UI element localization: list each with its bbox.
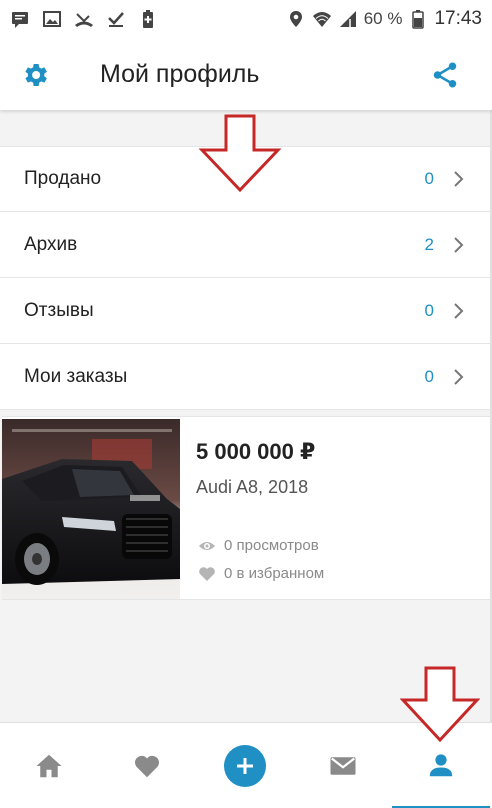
menu-item-my-orders[interactable]: Мои заказы 0: [0, 344, 490, 410]
checkmark-notification-icon: [108, 12, 124, 27]
listing-model: Audi A8, 2018: [196, 477, 309, 497]
image-notification-icon: [43, 11, 61, 27]
nav-messages[interactable]: [294, 723, 392, 808]
views-stat: 0 просмотров: [198, 537, 319, 554]
menu-item-count: 2: [424, 234, 434, 254]
menu-item-reviews[interactable]: Отзывы 0: [0, 278, 490, 344]
messages-icon: [330, 757, 356, 775]
menu-item-label: Отзывы: [24, 299, 94, 321]
favorites-count: 0 в избранном: [224, 565, 325, 582]
settings-gear-icon[interactable]: [20, 60, 50, 90]
profile-icon: [429, 753, 453, 776]
share-icon[interactable]: [430, 60, 460, 90]
message-notification-icon: [12, 12, 28, 28]
nav-home[interactable]: [0, 723, 98, 808]
car-photo[interactable]: [2, 419, 180, 599]
favorites-stat: 0 в избранном: [198, 565, 324, 582]
views-count: 0 просмотров: [224, 537, 319, 554]
menu-item-label: Мои заказы: [24, 365, 128, 387]
missed-call-icon: [75, 13, 93, 27]
nav-favorites[interactable]: [98, 723, 196, 808]
battery-plus-icon: [143, 10, 153, 28]
battery-percent: 60 %: [363, 9, 403, 28]
profile-content: Продано 0 Архив 2 Отзывы 0 Мои заказы 0: [0, 110, 492, 722]
page-title: Мой профиль: [100, 60, 260, 88]
add-icon: [224, 745, 266, 787]
signal-icon: [339, 11, 356, 27]
location-icon: [289, 11, 302, 27]
wifi-icon: [312, 12, 331, 27]
annotation-arrow-down-icon: [400, 666, 480, 742]
chevron-right-icon: [454, 368, 464, 385]
clock: 17:43: [434, 8, 482, 29]
listing-card[interactable]: 5 000 000 ₽ Audi A8, 2018 0 просмотров 0…: [2, 416, 490, 600]
chevron-right-icon: [454, 302, 464, 319]
battery-icon: [412, 10, 425, 29]
annotation-arrow-down-icon: [198, 114, 282, 192]
home-icon: [36, 754, 62, 778]
heart-icon: [199, 566, 215, 581]
menu-item-archive[interactable]: Архив 2: [0, 212, 490, 278]
favorites-icon: [134, 755, 160, 778]
listing-price: 5 000 000 ₽: [196, 439, 316, 464]
menu-item-label: Архив: [24, 233, 78, 255]
status-bar: 60 % 17:43: [0, 0, 492, 38]
chevron-right-icon: [454, 171, 464, 187]
menu-item-count: 0: [424, 300, 434, 320]
nav-add[interactable]: [196, 723, 294, 808]
eye-icon: [199, 541, 215, 550]
app-bar: Мой профиль: [0, 38, 492, 110]
menu-item-count: 0: [424, 169, 434, 188]
chevron-right-icon: [454, 236, 464, 253]
menu-item-count: 0: [424, 366, 434, 386]
